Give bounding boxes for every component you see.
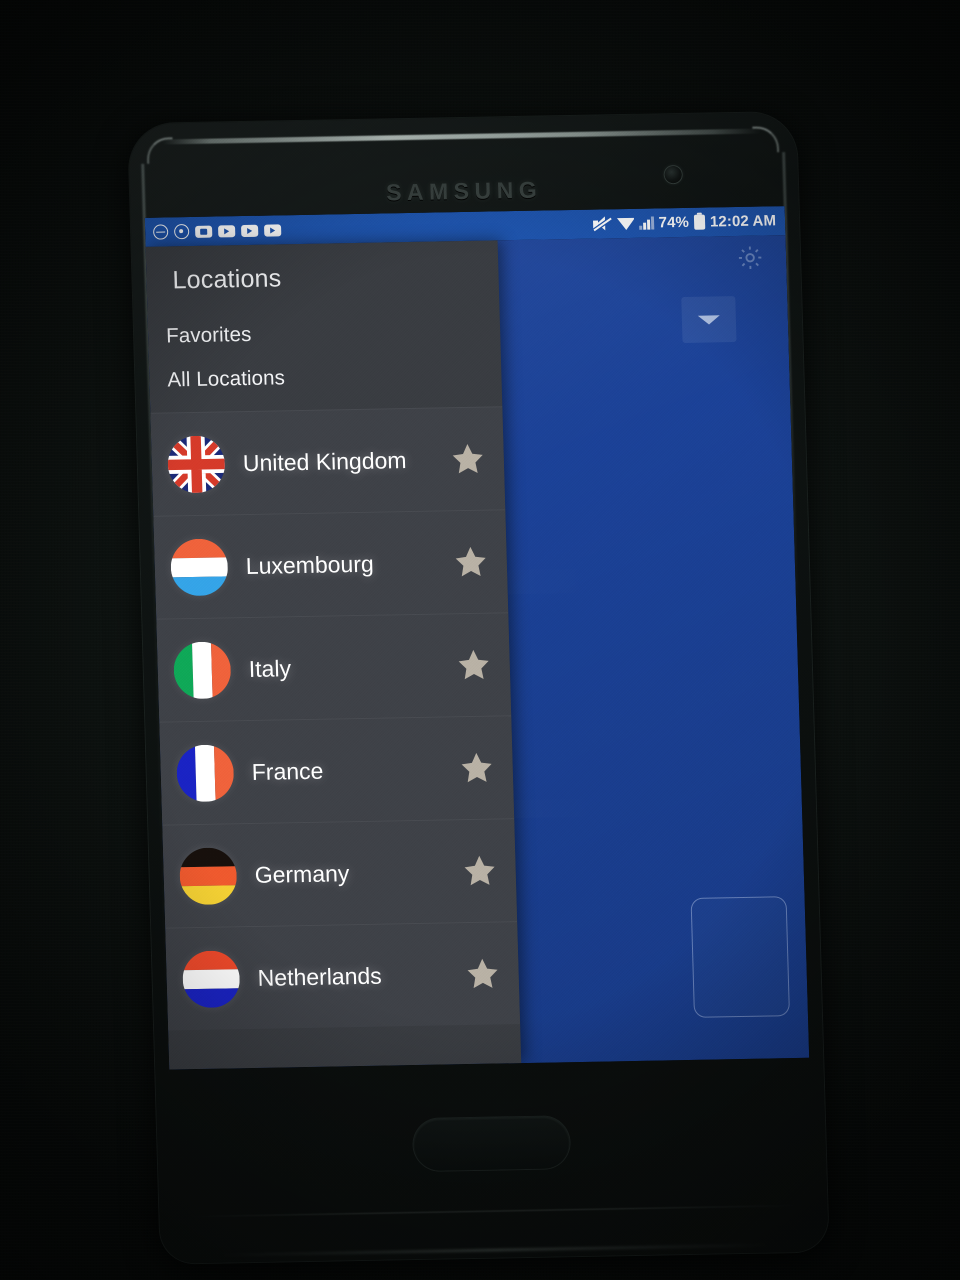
bottom-bezel-seam (189, 1205, 798, 1218)
italy-flag (172, 640, 232, 699)
page-title: Locations (172, 264, 282, 295)
star-icon[interactable] (459, 850, 500, 891)
france-flag (175, 743, 235, 802)
drawer-tab-all-locations[interactable]: All Locations (167, 350, 502, 400)
top-left-corner-highlight (146, 137, 174, 164)
notification-video-icon (240, 224, 259, 237)
navigation-drawer: Locations Favorites All Locations United… (145, 240, 522, 1070)
netherlands-flag (181, 949, 241, 1008)
notification-video-icon (263, 223, 282, 237)
location-name: Italy (248, 654, 292, 682)
star-icon[interactable] (453, 645, 494, 686)
star-icon[interactable] (450, 542, 491, 583)
drawer-tab-list: Favorites All Locations (147, 295, 502, 404)
notification-video-icon (217, 224, 236, 237)
list-item[interactable]: Germany (162, 818, 518, 928)
location-name: France (251, 757, 324, 785)
location-name: United Kingdom (242, 446, 407, 476)
status-bar-left-icons (152, 222, 282, 240)
locations-list: United Kingdom Luxembourg Italy France G… (150, 406, 521, 1031)
location-name: Luxembourg (245, 550, 375, 579)
gear-icon[interactable] (736, 243, 765, 272)
home-button[interactable] (412, 1116, 571, 1172)
drawer-tab-favorites[interactable]: Favorites (166, 311, 501, 356)
target-icon (173, 224, 190, 240)
list-item[interactable]: France (159, 715, 515, 825)
list-item[interactable]: Netherlands (165, 921, 521, 1031)
chevron-down-icon (697, 314, 721, 325)
samsung-logo: SAMSUNG (385, 176, 543, 206)
outlined-action-button[interactable] (690, 896, 790, 1018)
top-right-corner-highlight (752, 126, 780, 153)
luxembourg-flag (170, 537, 229, 596)
wifi-icon (617, 217, 634, 230)
phone-body: SAMSUNG 74% 12:02 AM Locations Favorites… (128, 111, 829, 1264)
battery-icon (693, 214, 706, 230)
star-icon[interactable] (447, 439, 488, 480)
star-icon[interactable] (456, 747, 497, 788)
top-edge-highlight (162, 128, 761, 145)
list-item[interactable]: Italy (156, 612, 512, 722)
front-camera-icon (664, 165, 682, 184)
mute-icon (593, 216, 612, 231)
list-item[interactable]: Luxembourg (153, 509, 509, 619)
united-kingdom-flag (167, 434, 226, 493)
do-not-disturb-icon (152, 224, 169, 240)
germany-flag (178, 846, 238, 905)
clock-label: 12:02 AM (709, 212, 777, 231)
drawer-header: Locations (146, 240, 500, 301)
signal-icon (639, 216, 654, 230)
list-item[interactable]: United Kingdom (150, 406, 506, 516)
location-name: Germany (254, 859, 350, 888)
notification-camera-icon (194, 225, 213, 238)
app-main-content: Locations Favorites All Locations United… (145, 235, 810, 1070)
samsung-phone: SAMSUNG 74% 12:02 AM Locations Favorites… (128, 111, 829, 1264)
battery-percent-label: 74% (658, 213, 690, 232)
dropdown-button[interactable] (681, 296, 737, 343)
star-icon[interactable] (462, 953, 503, 994)
status-bar-right-icons: 74% 12:02 AM (593, 212, 776, 232)
location-name: Netherlands (257, 962, 383, 991)
phone-screen: 74% 12:02 AM Locations Favorites All Loc… (144, 206, 810, 1070)
